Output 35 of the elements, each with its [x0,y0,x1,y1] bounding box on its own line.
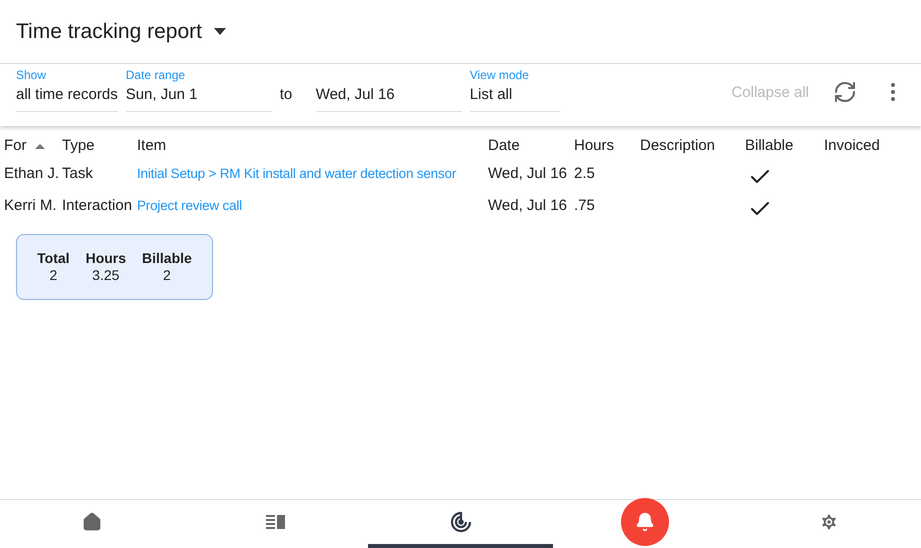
column-header[interactable]: Description [640,134,716,158]
summary-label: Hours [86,250,126,267]
date-to-field[interactable]: Wed, Jul 16 [316,84,462,112]
show-field[interactable]: Show all time records [16,66,118,112]
column-header[interactable]: Billable [745,134,794,158]
table-cell-text: .75 [574,196,596,216]
table-cell-text: Wed, Jul 16 [488,196,568,216]
to-label: to [280,84,294,104]
column-header[interactable]: Item [137,134,166,158]
column-header[interactable]: Hours [574,134,614,158]
column-header[interactable]: Invoiced [824,134,880,158]
refresh-icon[interactable] [833,80,857,104]
table-cell-text: Wed, Jul 16 [488,164,568,184]
column-header[interactable]: For [4,134,26,158]
column-header[interactable]: Type [62,134,95,158]
table-cell-text: 2.5 [574,164,596,184]
caret-icon [214,28,226,35]
table-cell-text: Task [62,164,94,184]
table-cell-text: Kerri M. [4,196,58,216]
date-from-field[interactable]: Date range Sun, Jun 1 [126,66,272,112]
summary-label: Total [37,250,70,267]
radar-icon [450,511,472,533]
sort-ascending-icon [34,144,44,148]
bell-icon [634,512,655,532]
table-cell-text: Interaction [62,196,134,216]
summary-label: Billable [142,250,192,267]
summary-value: 2 [163,267,171,284]
home-icon [82,512,102,532]
summary-value: 3.25 [92,267,120,284]
report-title-dropdown[interactable]: Time tracking report [16,16,226,48]
list-icon [266,514,286,530]
table-cell-text: Ethan J. [4,164,60,184]
summary-value: 2 [49,267,58,284]
view-mode-field[interactable]: View mode List all [470,66,560,112]
column-header[interactable]: Date [488,134,520,158]
